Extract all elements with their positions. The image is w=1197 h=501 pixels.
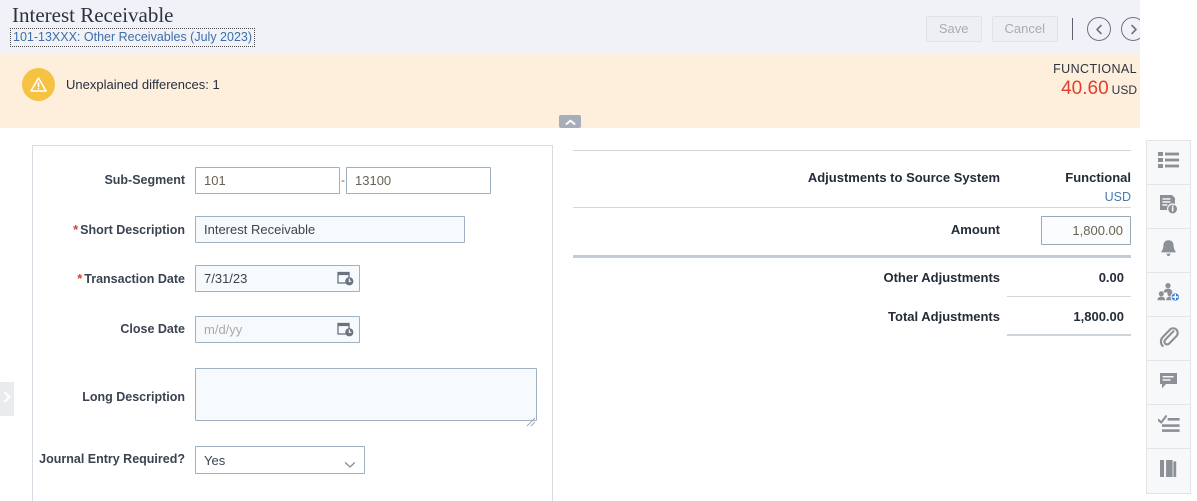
users-add-icon xyxy=(1157,282,1180,308)
functional-label: FUNCTIONAL xyxy=(1053,62,1137,76)
checklist-icon xyxy=(1158,415,1180,439)
adjustments-panel: Adjustments to Source System Functional … xyxy=(573,150,1131,336)
rail-button-details[interactable] xyxy=(1147,185,1190,229)
total-adjustments-value: 1,800.00 xyxy=(1073,309,1124,324)
bell-icon xyxy=(1158,238,1179,264)
field-row-short-description: *Short Description xyxy=(33,216,552,243)
field-row-long-description: Long Description xyxy=(33,368,552,426)
field-row-close-date: Close Date xyxy=(33,316,552,343)
chevron-right-icon xyxy=(3,390,11,408)
amount-label: Amount xyxy=(951,222,1000,237)
rail-button-list[interactable] xyxy=(1147,141,1190,185)
amount-row: Amount xyxy=(573,208,1131,255)
transaction-date-label: *Transaction Date xyxy=(33,265,185,287)
document-info-icon xyxy=(1158,194,1179,220)
rail-button-alerts[interactable] xyxy=(1147,229,1190,273)
unexplained-differences-status: Unexplained differences: 1 xyxy=(22,68,220,101)
transaction-date-input[interactable] xyxy=(195,265,360,292)
other-adjustments-value: 0.00 xyxy=(1099,270,1124,285)
required-marker: * xyxy=(77,271,82,286)
breadcrumb-link[interactable]: 101-13XXX: Other Receivables (July 2023) xyxy=(12,30,253,45)
transaction-form-card: Sub-Segment - *Short Description *Transa… xyxy=(32,145,553,501)
warning-triangle-icon xyxy=(22,68,55,101)
short-description-input[interactable] xyxy=(195,216,465,243)
divider xyxy=(1007,334,1131,336)
short-description-label: *Short Description xyxy=(33,216,185,238)
functional-amount: 40.60USD xyxy=(1053,78,1137,100)
other-adjustments-row: Other Adjustments 0.00 xyxy=(573,258,1131,297)
field-row-transaction-date: *Transaction Date xyxy=(33,265,552,292)
sub-segment-input-2[interactable] xyxy=(346,167,491,194)
total-adjustments-label: Total Adjustments xyxy=(888,309,1000,324)
adjustments-functional-label: Functional xyxy=(1065,170,1131,185)
long-description-label: Long Description xyxy=(33,368,185,405)
field-row-journal-entry-required: Journal Entry Required? Yes xyxy=(33,446,552,474)
long-description-textarea[interactable] xyxy=(195,368,537,421)
title-block: Interest Receivable 101-13XXX: Other Rec… xyxy=(12,3,253,46)
rail-button-comments[interactable] xyxy=(1147,361,1190,405)
sub-segment-label: Sub-Segment xyxy=(33,167,185,188)
adjustments-header: Adjustments to Source System Functional … xyxy=(573,151,1131,207)
rail-button-attachments[interactable] xyxy=(1147,317,1190,361)
comment-icon xyxy=(1158,371,1179,395)
chevron-right-circle-icon xyxy=(1128,24,1139,35)
right-icon-rail-group xyxy=(1146,140,1191,494)
paperclip-icon xyxy=(1158,325,1179,352)
unexplained-differences-text: Unexplained differences: 1 xyxy=(66,77,220,92)
functional-amount-block: FUNCTIONAL 40.60USD xyxy=(1053,62,1137,100)
functional-amount-value: 40.60 xyxy=(1061,78,1109,99)
journal-entry-required-select[interactable]: Yes xyxy=(195,446,365,474)
save-button[interactable]: Save xyxy=(926,16,982,42)
amount-input[interactable] xyxy=(1041,216,1131,245)
cancel-button[interactable]: Cancel xyxy=(992,16,1058,42)
close-date-input[interactable] xyxy=(195,316,360,343)
collapse-banner-button[interactable] xyxy=(559,115,581,128)
list-icon xyxy=(1158,151,1179,174)
field-row-sub-segment: Sub-Segment - xyxy=(33,167,552,194)
chevron-up-icon xyxy=(565,113,576,131)
close-date-label: Close Date xyxy=(33,316,185,337)
page-title: Interest Receivable xyxy=(12,3,253,27)
previous-record-button[interactable] xyxy=(1087,17,1111,41)
page-header: Interest Receivable 101-13XXX: Other Rec… xyxy=(0,0,1197,53)
rail-button-journal[interactable] xyxy=(1147,449,1190,493)
functional-amount-currency: USD xyxy=(1112,83,1137,97)
right-icon-rail xyxy=(1140,0,1197,501)
chevron-left-circle-icon xyxy=(1094,24,1105,35)
expand-left-panel-button[interactable] xyxy=(0,382,14,416)
total-adjustments-row: Total Adjustments 1,800.00 xyxy=(573,297,1131,336)
adjustments-title: Adjustments to Source System xyxy=(808,170,1000,185)
rail-button-checklist[interactable] xyxy=(1147,405,1190,449)
other-adjustments-label: Other Adjustments xyxy=(883,270,1000,285)
book-icon xyxy=(1158,458,1179,484)
required-marker: * xyxy=(73,222,78,237)
sub-segment-input-1[interactable] xyxy=(195,167,340,194)
toolbar-divider xyxy=(1072,18,1073,40)
transaction-detail-page: Interest Receivable 101-13XXX: Other Rec… xyxy=(0,0,1197,501)
adjustments-currency-link[interactable]: USD xyxy=(1105,190,1131,204)
rail-button-assignees[interactable] xyxy=(1147,273,1190,317)
journal-entry-required-label: Journal Entry Required? xyxy=(33,446,185,467)
